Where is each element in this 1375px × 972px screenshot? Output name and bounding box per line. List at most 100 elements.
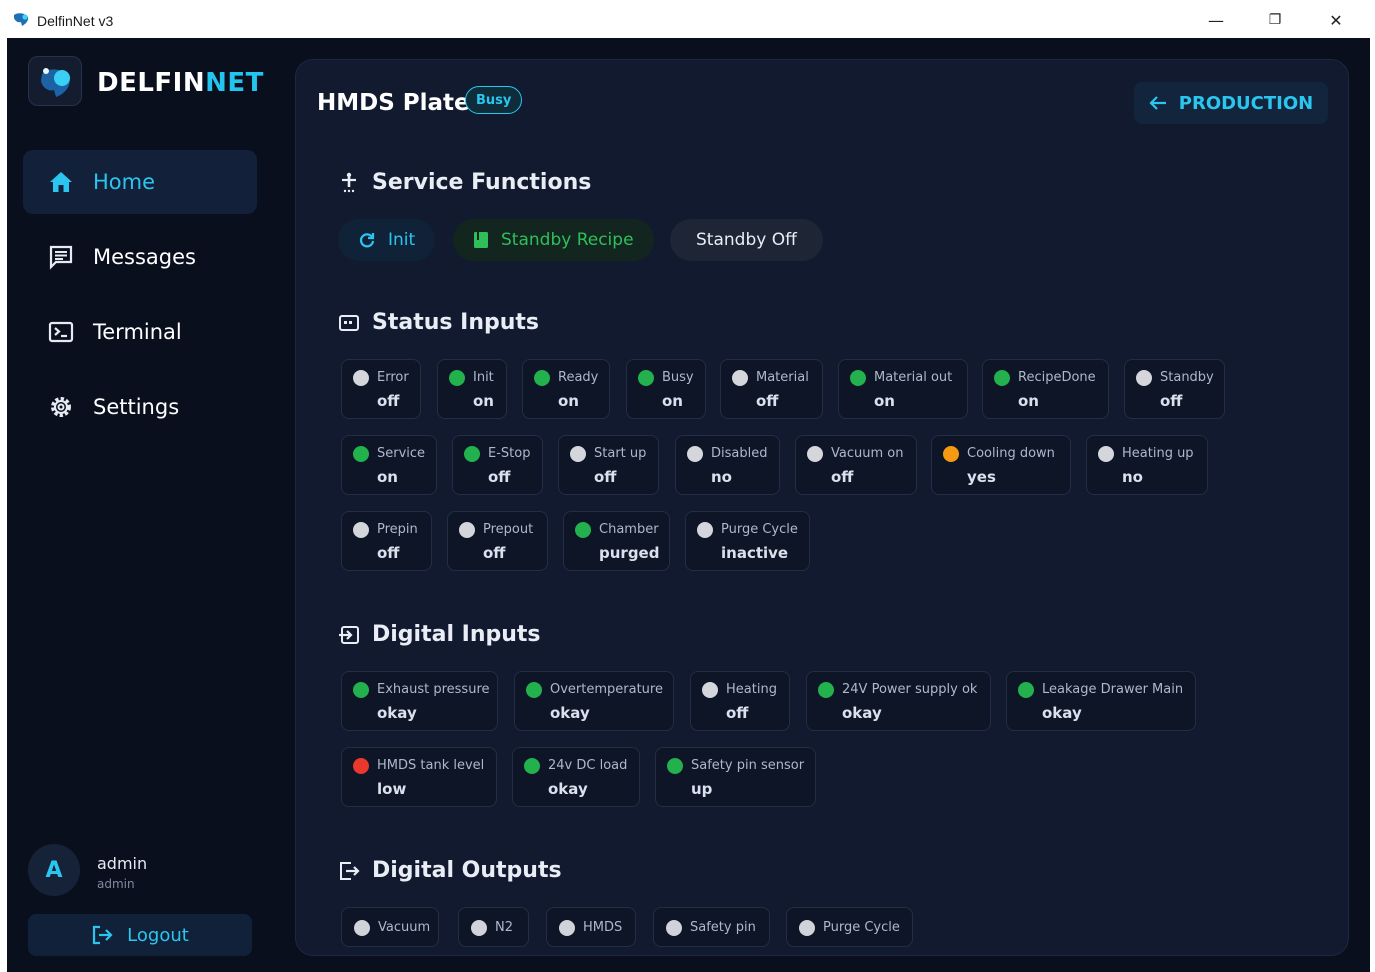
status-indicator (1136, 370, 1152, 386)
input-value: okay (548, 780, 588, 798)
status-indicator (1098, 446, 1114, 462)
sidebar-item-terminal[interactable]: Terminal (23, 300, 257, 364)
status-indicator (799, 920, 815, 936)
window-title: DelfinNet v3 (37, 13, 114, 29)
input-value: low (377, 780, 407, 798)
status-indicator (943, 446, 959, 462)
terminal-icon (48, 321, 74, 343)
sidebar-item-label: Settings (93, 395, 180, 419)
status-value: off (377, 392, 400, 410)
input-label: Heating (726, 682, 777, 697)
sidebar: DELFINNET Home Messages Terminal Setting… (7, 38, 279, 972)
dolphin-logo-icon (41, 68, 70, 97)
device-panel: HMDS Plate Busy PRODUCTION Service Funct… (295, 59, 1349, 956)
input-value: up (691, 780, 713, 798)
sidebar-item-home[interactable]: Home (23, 150, 257, 214)
status-purge-cycle: Purge Cycle inactive (685, 511, 810, 571)
status-indicator (638, 370, 654, 386)
status-indicator (850, 370, 866, 386)
status-indicator (534, 370, 550, 386)
input-label: Safety pin sensor (691, 758, 805, 773)
init-label: Init (388, 230, 416, 250)
output-label: HMDS (583, 920, 623, 935)
minimize-button[interactable]: — (1204, 8, 1228, 32)
status-indicator (526, 682, 542, 698)
output-purge-cycle[interactable]: Purge Cycle (786, 907, 913, 947)
status-indicator (449, 370, 465, 386)
status-disabled: Disabled no (675, 435, 780, 495)
section-digital-outputs: Digital Outputs (338, 858, 562, 883)
input-value: off (726, 704, 749, 722)
logo-text-delfin: DELFIN (97, 68, 206, 98)
home-icon (50, 172, 72, 192)
status-label: Ready (558, 370, 599, 385)
input-24v-dc-load: 24v DC load okay (512, 747, 640, 807)
sidebar-item-settings[interactable]: Settings (23, 375, 257, 439)
status-label: Disabled (711, 446, 768, 461)
status-indicator (994, 370, 1010, 386)
status-prepin: Prepin off (341, 511, 432, 571)
status-value: on (473, 392, 494, 410)
standby-off-button[interactable]: Standby Off (670, 219, 823, 261)
output-n2[interactable]: N2 (458, 907, 529, 947)
input-exhaust-pressure: Exhaust pressure okay (341, 671, 498, 731)
output-label: Purge Cycle (823, 920, 900, 935)
logout-icon (93, 925, 113, 945)
input-value: okay (550, 704, 590, 722)
input-label: HMDS tank level (377, 758, 485, 773)
status-value: on (377, 468, 398, 486)
init-button[interactable]: Init (338, 219, 436, 261)
input-hmds-tank-level: HMDS tank level low (341, 747, 497, 807)
input-label: Overtemperature (550, 682, 663, 697)
input-value: okay (842, 704, 882, 722)
avatar[interactable]: A (28, 844, 80, 896)
status-value: no (711, 468, 732, 486)
standby-recipe-button[interactable]: Standby Recipe (453, 219, 654, 261)
status-label: Purge Cycle (721, 522, 798, 537)
status-indicator (1018, 682, 1034, 698)
status-recipe-done: RecipeDone on (982, 359, 1109, 419)
status-label: Init (473, 370, 494, 385)
arrow-left-icon (1149, 96, 1166, 110)
status-value: off (483, 544, 506, 562)
status-init: Init on (437, 359, 507, 419)
status-label: Cooling down (967, 446, 1055, 461)
back-to-production-button[interactable]: PRODUCTION (1134, 82, 1328, 124)
status-label: Vacuum on (831, 446, 904, 461)
output-hmds[interactable]: HMDS (546, 907, 636, 947)
output-label: Vacuum (378, 920, 431, 935)
logo-mark (28, 56, 82, 106)
output-vacuum[interactable]: Vacuum (341, 907, 439, 947)
standby-recipe-label: Standby Recipe (501, 230, 634, 250)
restore-button[interactable]: ❐ (1263, 8, 1287, 32)
status-value: off (756, 392, 779, 410)
status-start-up: Start up off (558, 435, 659, 495)
status-indicator (353, 522, 369, 538)
status-indicator (667, 758, 683, 774)
status-indicator (354, 920, 370, 936)
status-label: Error (377, 370, 409, 385)
window-titlebar: DelfinNet v3 — ❐ ✕ (0, 0, 1375, 38)
logo-text-net: NET (205, 68, 264, 98)
status-indicator (459, 522, 475, 538)
status-indicator (570, 446, 586, 462)
status-indicator (732, 370, 748, 386)
logout-button[interactable]: Logout (28, 914, 252, 956)
section-title: Status Inputs (372, 310, 540, 335)
section-title: Service Functions (372, 170, 592, 195)
output-safety-pin[interactable]: Safety pin (653, 907, 770, 947)
status-value: off (377, 544, 400, 562)
status-service: Service on (341, 435, 437, 495)
status-e-stop: E-Stop off (452, 435, 543, 495)
input-leakage-drawer-main: Leakage Drawer Main okay (1006, 671, 1196, 731)
status-value: on (662, 392, 683, 410)
section-title: Digital Inputs (372, 622, 541, 647)
sidebar-item-messages[interactable]: Messages (23, 225, 257, 289)
close-button[interactable]: ✕ (1324, 8, 1348, 32)
input-label: 24V Power supply ok (842, 682, 978, 697)
status-indicator (353, 370, 369, 386)
section-service-functions: Service Functions (338, 170, 591, 195)
status-value: no (1122, 468, 1143, 486)
status-indicator (702, 682, 718, 698)
section-title: Digital Outputs (372, 858, 562, 883)
